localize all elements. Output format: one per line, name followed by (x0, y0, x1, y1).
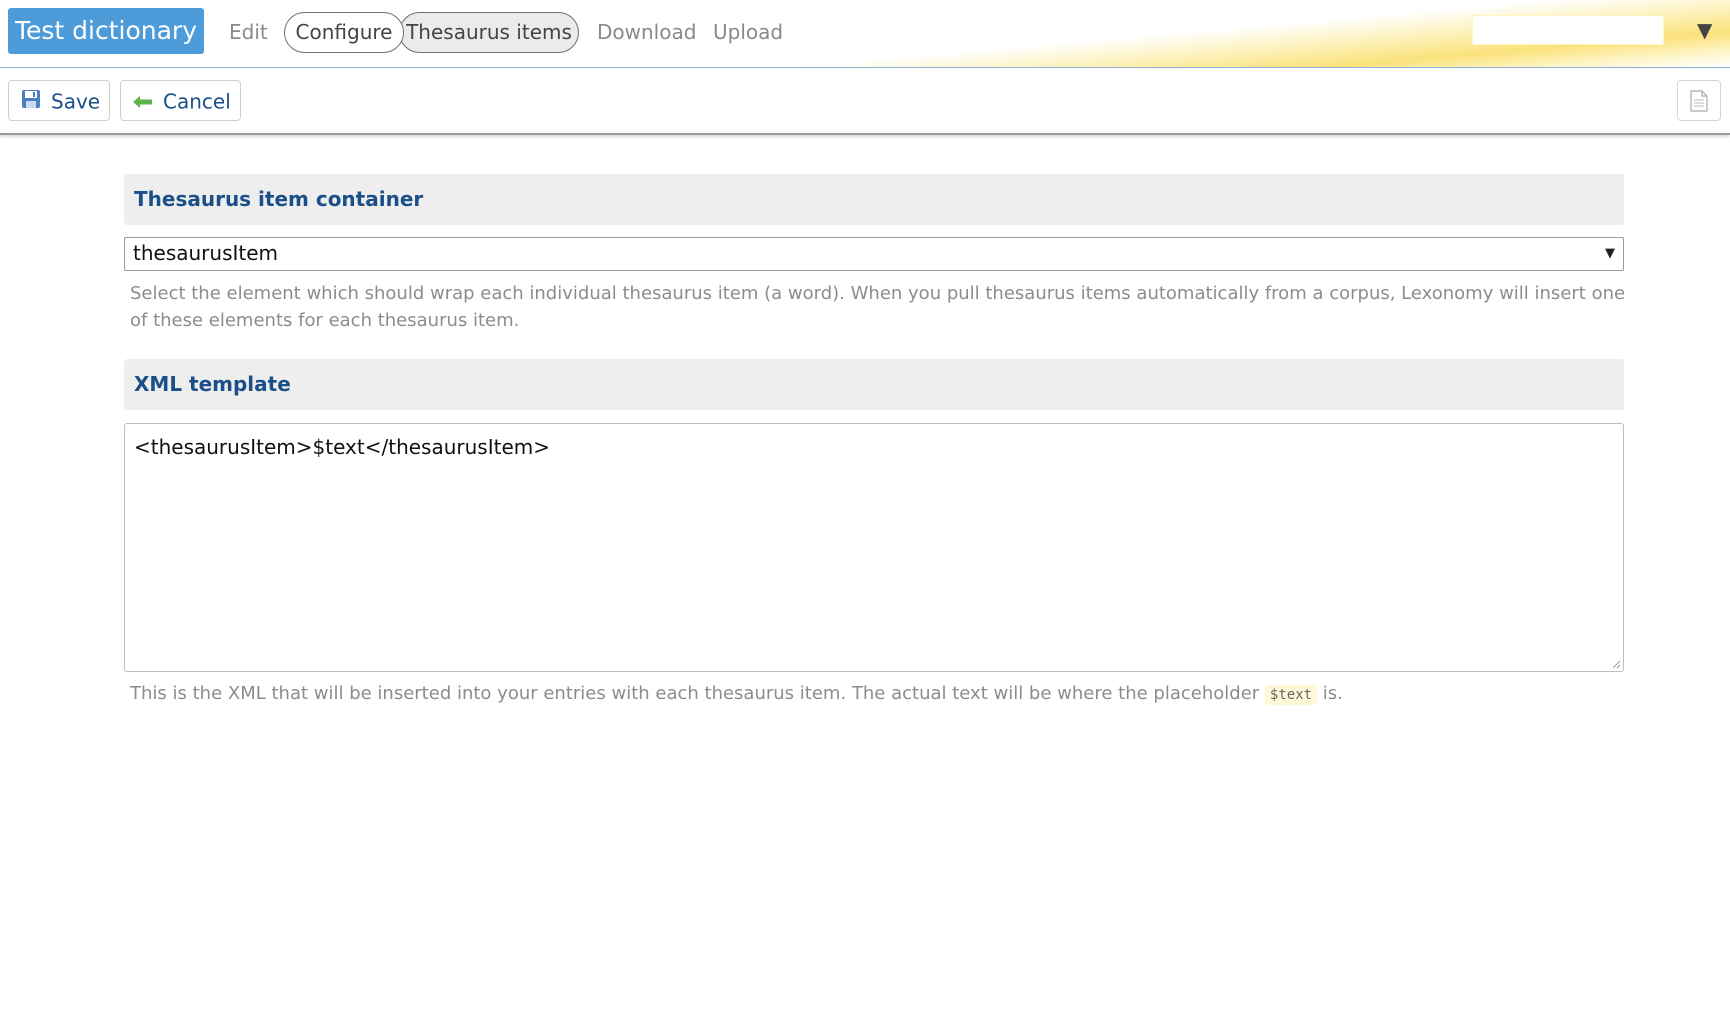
nav-download[interactable]: Download (597, 14, 696, 50)
nav-thesaurus-items[interactable]: Thesaurus items (399, 12, 579, 53)
xml-template-textarea[interactable]: <thesaurusItem>$text</thesaurusItem> (124, 423, 1624, 672)
dictionary-title-button[interactable]: Test dictionary (8, 8, 204, 54)
cancel-button[interactable]: Cancel (120, 80, 241, 121)
xml-template-value: <thesaurusItem>$text</thesaurusItem> (134, 435, 551, 459)
user-menu-caret-icon[interactable]: ▼ (1697, 18, 1712, 42)
template-help-before: This is the XML that will be inserted in… (130, 683, 1260, 704)
toolbar: Save Cancel (0, 69, 1730, 135)
container-help-text: Select the element which should wrap eac… (130, 283, 1626, 331)
placeholder-code: $text (1264, 685, 1318, 705)
nav-edit[interactable]: Edit (229, 14, 268, 50)
cancel-button-label: Cancel (163, 89, 231, 114)
dropdown-caret-icon: ▼ (1605, 246, 1615, 261)
section-heading-template: XML template (124, 359, 1624, 410)
save-button[interactable]: Save (8, 80, 110, 121)
resize-grip-icon[interactable] (1611, 659, 1621, 669)
document-button[interactable] (1677, 80, 1721, 121)
document-icon (1690, 90, 1708, 112)
top-header: Test dictionary Edit Thesaurus items Con… (0, 0, 1730, 68)
user-menu-box[interactable] (1472, 15, 1664, 45)
nav-upload[interactable]: Upload (713, 14, 783, 50)
container-element-select[interactable]: thesaurusItem ▼ (124, 237, 1624, 271)
section-heading-container: Thesaurus item container (124, 174, 1624, 225)
back-arrow-icon (133, 83, 153, 121)
template-help-after: is. (1322, 683, 1343, 704)
template-help-text: This is the XML that will be inserted in… (130, 680, 1630, 709)
nav-configure[interactable]: Configure (284, 12, 404, 53)
container-element-selected-value: thesaurusItem (133, 241, 279, 265)
floppy-disk-icon (21, 83, 41, 121)
save-button-label: Save (51, 89, 101, 114)
